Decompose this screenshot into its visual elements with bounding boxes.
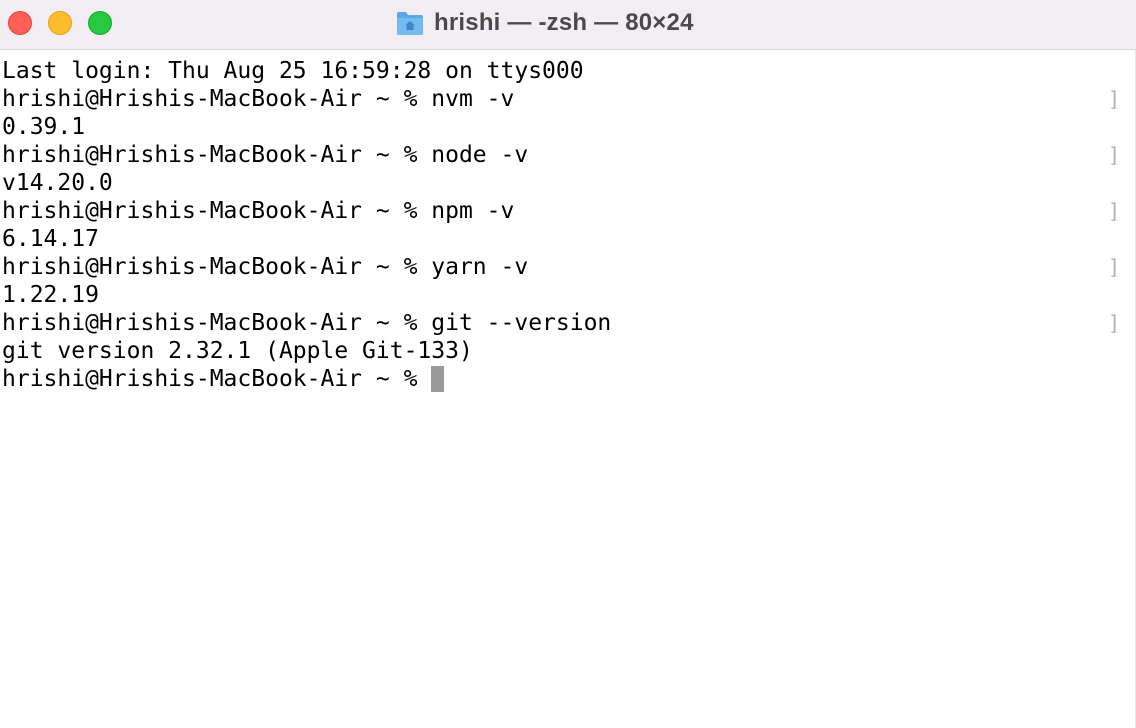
- command-mark: ]: [1107, 255, 1120, 279]
- close-button[interactable]: [8, 11, 32, 35]
- command-text: nvm -v: [431, 86, 515, 112]
- prompt: hrishi@Hrishis-MacBook-Air ~ %: [2, 198, 432, 224]
- prompt: hrishi@Hrishis-MacBook-Air ~ %: [2, 86, 432, 112]
- command-text: yarn -v: [431, 254, 529, 280]
- terminal-window: hrishi — -zsh — 80×24 Last login: Thu Au…: [0, 0, 1136, 728]
- command-text: npm -v: [431, 198, 515, 224]
- text-cursor: [431, 365, 445, 392]
- title-bar[interactable]: hrishi — -zsh — 80×24: [0, 0, 1136, 50]
- command-mark: ]: [1107, 143, 1120, 167]
- command-output: git version 2.32.1 (Apple Git-133): [2, 338, 473, 364]
- command-line: hrishi@Hrishis-MacBook-Air ~ % nvm -v]: [0, 85, 1120, 113]
- prompt: hrishi@Hrishis-MacBook-Air ~ %: [2, 142, 432, 168]
- command-output: 6.14.17: [2, 226, 99, 252]
- command-line: hrishi@Hrishis-MacBook-Air ~ % npm -v]: [0, 197, 1120, 225]
- command-line: hrishi@Hrishis-MacBook-Air ~ % node -v]: [0, 141, 1120, 169]
- window-title: hrishi — -zsh — 80×24: [396, 8, 694, 38]
- terminal-output[interactable]: Last login: Thu Aug 25 16:59:28 on ttys0…: [0, 57, 1120, 393]
- command-output: v14.20.0: [2, 170, 113, 196]
- command-mark: ]: [1107, 311, 1120, 335]
- command-output: 1.22.19: [2, 282, 99, 308]
- zoom-button[interactable]: [88, 11, 112, 35]
- minimize-button[interactable]: [48, 11, 72, 35]
- command-mark: ]: [1107, 199, 1120, 223]
- login-line: Last login: Thu Aug 25 16:59:28 on ttys0…: [2, 58, 584, 84]
- command-line: hrishi@Hrishis-MacBook-Air ~ % yarn -v]: [0, 253, 1120, 281]
- window-title-text: hrishi — -zsh — 80×24: [434, 9, 694, 36]
- prompt: hrishi@Hrishis-MacBook-Air ~ %: [2, 254, 432, 280]
- command-text: node -v: [431, 142, 529, 168]
- command-mark: ]: [1107, 87, 1120, 111]
- home-folder-icon: [396, 10, 424, 36]
- command-line: hrishi@Hrishis-MacBook-Air ~ % git --ver…: [0, 309, 1120, 337]
- command-output: 0.39.1: [2, 114, 86, 140]
- command-text: git --version: [431, 310, 612, 336]
- current-prompt-line[interactable]: hrishi@Hrishis-MacBook-Air ~ %: [0, 365, 1120, 393]
- prompt: hrishi@Hrishis-MacBook-Air ~ %: [2, 366, 432, 392]
- prompt: hrishi@Hrishis-MacBook-Air ~ %: [2, 310, 432, 336]
